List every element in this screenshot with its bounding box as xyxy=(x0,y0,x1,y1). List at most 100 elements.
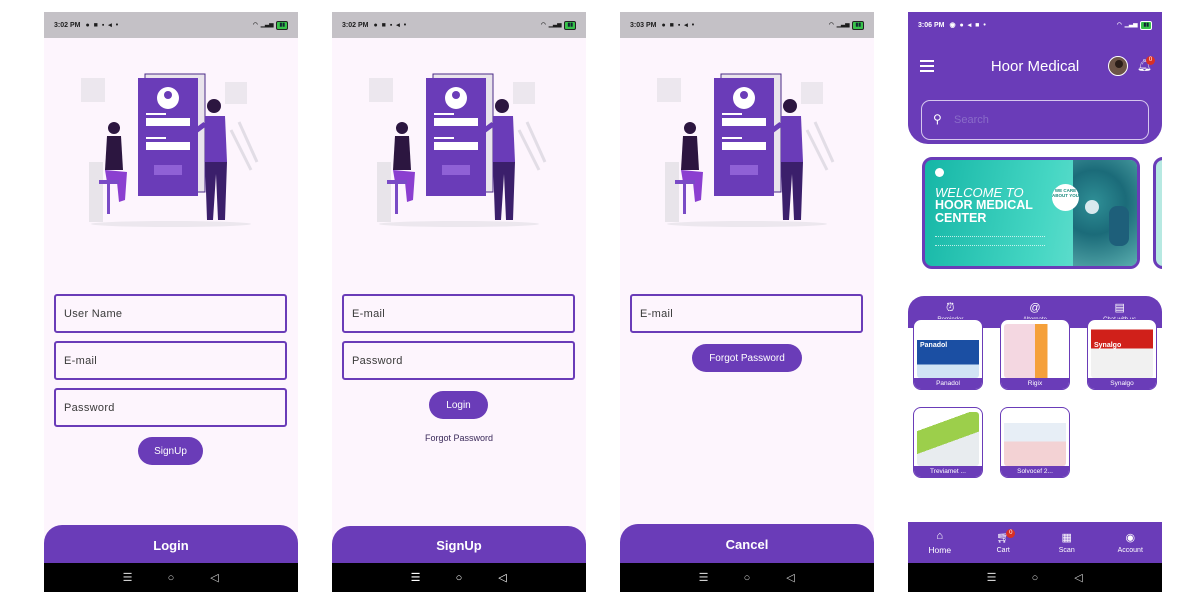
nav-account[interactable]: ◉ Account xyxy=(1105,532,1155,554)
product-card[interactable]: Rigix xyxy=(1000,319,1070,390)
product-name: Solvocef 2... xyxy=(1001,466,1069,477)
system-indicators: ◠ ▁▃▅ ▮▮ xyxy=(540,20,576,30)
system-nav-bar: ☰ ○ ◁ xyxy=(332,563,586,592)
chat-icon: ▤ xyxy=(1114,301,1125,314)
bottom-nav: ⌂ Home 🛒︎ 0 Cart ▦ Scan ◉ Account xyxy=(908,522,1162,563)
status-bar: 3:06 PM ◉ ● ◂ ■ • ◠ ▁▃▅ ▮▮ xyxy=(908,12,1162,38)
forgot-password-link[interactable]: Forgot Password xyxy=(332,433,586,443)
battery-icon: ▮▮ xyxy=(276,20,288,30)
search-input[interactable] xyxy=(954,109,1134,131)
product-card[interactable]: Panadol Panadol xyxy=(913,319,983,390)
avatar[interactable] xyxy=(1108,56,1128,76)
search-bar[interactable]: ⚲ xyxy=(921,100,1149,140)
status-time: 3:06 PM xyxy=(918,21,945,29)
system-nav-bar: ☰ ○ ◁ xyxy=(908,563,1162,592)
recent-apps-icon[interactable]: ☰ xyxy=(406,571,426,584)
status-bar: 3:03 PM ● ■ ▪ ◂ • ◠ ▁▃▅ ▮▮ xyxy=(620,12,874,38)
recent-apps-icon[interactable]: ☰ xyxy=(118,571,138,584)
wifi-icon: ◠ xyxy=(252,22,258,28)
recent-apps-icon[interactable]: ☰ xyxy=(982,571,1002,584)
signup-screen: 3:02 PM ● ■ ▪ ◂ • ◠ ▁▃▅ ▮▮ Sig xyxy=(44,12,298,592)
promo-banner[interactable]: WELCOME TO HOOR MEDICAL CENTER WE CARE A… xyxy=(922,157,1140,269)
care-badge: WE CARE ABOUT YOU xyxy=(1052,184,1079,211)
forgot-password-screen: 3:03 PM ● ■ ▪ ◂ • ◠ ▁▃▅ ▮▮ Forgot Pa xyxy=(620,12,874,592)
username-field[interactable] xyxy=(54,294,287,333)
forgot-password-button[interactable]: Forgot Password xyxy=(692,344,802,372)
product-image: Synalgo xyxy=(1091,324,1153,378)
clinic-logo-icon xyxy=(935,168,944,177)
password-field[interactable] xyxy=(54,388,287,427)
email-field[interactable] xyxy=(342,294,575,333)
system-nav-bar: ☰ ○ ◁ xyxy=(620,563,874,592)
product-name: Treviamet ... xyxy=(914,466,982,477)
status-bar: 3:02 PM ● ■ ▪ ◂ • ◠ ▁▃▅ ▮▮ xyxy=(332,12,586,38)
next-banner-peek[interactable] xyxy=(1153,157,1162,269)
login-illustration xyxy=(81,73,259,227)
wifi-icon: ◠ xyxy=(1116,22,1122,28)
home-circle-icon[interactable]: ○ xyxy=(161,572,181,584)
notification-icons: ● ■ ▪ ◂ • xyxy=(661,22,696,29)
battery-icon: ▮▮ xyxy=(564,20,576,30)
product-image: Panadol xyxy=(917,324,979,378)
status-time: 3:03 PM xyxy=(630,21,657,29)
email-field[interactable] xyxy=(630,294,863,333)
system-indicators: ◠ ▁▃▅ ▮▮ xyxy=(828,20,864,30)
notification-badge: 0 xyxy=(1146,56,1155,65)
signup-bottom-button[interactable]: SignUp xyxy=(332,526,586,565)
password-field[interactable] xyxy=(342,341,575,380)
banner-fine-print xyxy=(935,236,1045,246)
product-name: Rigix xyxy=(1001,378,1069,389)
notification-icons: ◉ ● ◂ ■ • xyxy=(949,22,987,29)
product-card[interactable]: Synalgo Synalgo xyxy=(1087,319,1157,390)
search-icon: ⚲ xyxy=(933,112,942,126)
nav-scan[interactable]: ▦ Scan xyxy=(1042,532,1092,554)
at-icon: @ xyxy=(1029,301,1041,314)
battery-icon: ▮▮ xyxy=(852,20,864,30)
back-icon[interactable]: ◁ xyxy=(205,571,225,584)
product-name: Synalgo xyxy=(1088,378,1156,389)
home-circle-icon[interactable]: ○ xyxy=(1025,572,1045,584)
login-bottom-button[interactable]: Login xyxy=(44,525,298,565)
status-time: 3:02 PM xyxy=(342,21,369,29)
wifi-icon: ◠ xyxy=(540,22,546,28)
account-icon: ◉ xyxy=(1125,531,1136,544)
product-card[interactable]: Treviamet ... xyxy=(913,407,983,478)
product-image xyxy=(1004,412,1066,466)
back-icon[interactable]: ◁ xyxy=(1069,571,1089,584)
wifi-icon: ◠ xyxy=(828,22,834,28)
cancel-bottom-button[interactable]: Cancel xyxy=(620,524,874,565)
back-icon[interactable]: ◁ xyxy=(493,571,513,584)
status-time: 3:02 PM xyxy=(54,21,81,29)
recent-apps-icon[interactable]: ☰ xyxy=(694,571,714,584)
login-screen: 3:02 PM ● ■ ▪ ◂ • ◠ ▁▃▅ ▮▮ Login xyxy=(332,12,586,592)
login-illustration xyxy=(657,73,835,227)
email-field[interactable] xyxy=(54,341,287,380)
qr-scan-icon: ▦ xyxy=(1061,531,1072,544)
signup-button[interactable]: SignUp xyxy=(138,437,203,465)
system-indicators: ◠ ▁▃▅ ▮▮ xyxy=(252,20,288,30)
home-circle-icon[interactable]: ○ xyxy=(737,572,757,584)
product-card[interactable]: Solvocef 2... xyxy=(1000,407,1070,478)
app-header: Hoor Medical 🔔︎ 0 ⚲ xyxy=(908,38,1162,144)
signal-icon: ▁▃▅ xyxy=(260,22,274,28)
login-illustration xyxy=(369,73,547,227)
back-icon[interactable]: ◁ xyxy=(781,571,801,584)
battery-icon: ▮▮ xyxy=(1140,20,1152,30)
system-indicators: ◠ ▁▃▅ ▮▮ xyxy=(1116,20,1152,30)
home-icon: ⌂ xyxy=(936,530,944,542)
signal-icon: ▁▃▅ xyxy=(548,22,562,28)
home-circle-icon[interactable]: ○ xyxy=(449,572,469,584)
product-image xyxy=(917,412,979,466)
banner-headline: WELCOME TO HOOR MEDICAL CENTER xyxy=(935,185,1033,225)
home-screen: 3:06 PM ◉ ● ◂ ■ • ◠ ▁▃▅ ▮▮ Hoor Medical … xyxy=(908,12,1162,592)
product-image xyxy=(1004,324,1066,378)
signal-icon: ▁▃▅ xyxy=(1124,22,1138,28)
surgeons-photo xyxy=(1073,160,1137,266)
nav-home[interactable]: ⌂ Home xyxy=(915,530,965,555)
notification-icons: ● ■ ▪ ◂ • xyxy=(373,22,408,29)
nav-cart[interactable]: 🛒︎ 0 Cart xyxy=(978,528,1028,554)
signal-icon: ▁▃▅ xyxy=(836,22,850,28)
notification-icons: ● ■ ▪ ◂ • xyxy=(85,22,120,29)
login-button[interactable]: Login xyxy=(429,391,488,419)
system-nav-bar: ☰ ○ ◁ xyxy=(44,563,298,592)
